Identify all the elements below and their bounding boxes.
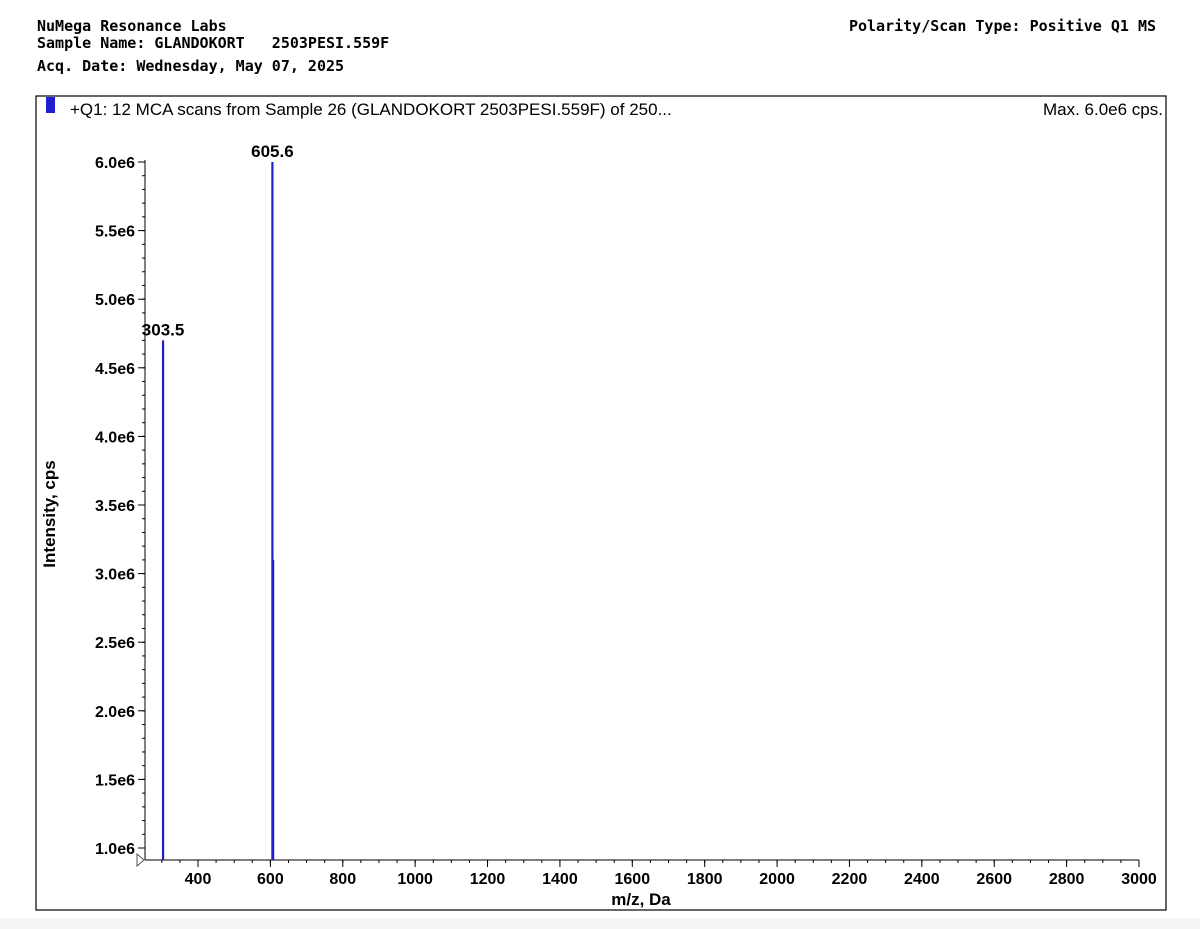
max-intensity-label: Max. 6.0e6 cps. (1043, 100, 1163, 119)
y-tick-label: 5.0e6 (95, 292, 135, 309)
x-tick-label: 2600 (976, 871, 1012, 888)
y-tick-label: 3.5e6 (95, 498, 135, 515)
x-tick-label: 1600 (615, 871, 651, 888)
x-tick-label: 800 (329, 871, 356, 888)
chart-title: +Q1: 12 MCA scans from Sample 26 (GLANDO… (70, 100, 672, 119)
x-tick-label: 1800 (687, 871, 723, 888)
peak-label: 605.6 (251, 142, 294, 161)
x-tick-label: 3000 (1121, 871, 1157, 888)
x-tick-label: 1000 (397, 871, 433, 888)
x-tick-label: 2200 (832, 871, 868, 888)
x-tick-label: 2000 (759, 871, 795, 888)
y-tick-label: 4.0e6 (95, 429, 135, 446)
x-tick-label: 1400 (542, 871, 578, 888)
y-tick-label: 3.0e6 (95, 567, 135, 584)
spectrum-chart: +Q1: 12 MCA scans from Sample 26 (GLANDO… (35, 95, 1167, 911)
y-tick-label: 2.0e6 (95, 704, 135, 721)
peak-label: 303.5 (142, 320, 185, 339)
spectrum-marks: 303.5 605.6 (142, 142, 294, 860)
y-tick-label: 1.0e6 (95, 841, 135, 858)
x-tick-label: 2800 (1049, 871, 1085, 888)
x-tick-label: 2400 (904, 871, 940, 888)
axes-group: 1.0e6 1.5e6 2.0e6 2.5e6 3.0e6 3.5e6 4.0e6 4.5e6… (95, 155, 1157, 888)
bottom-strip (0, 918, 1200, 929)
y-tick-label: 1.5e6 (95, 772, 135, 789)
y-tick-label: 2.5e6 (95, 635, 135, 652)
x-axis-title: m/z, Da (611, 890, 671, 909)
y-tick-label: 6.0e6 (95, 155, 135, 172)
y-tick-label: 5.5e6 (95, 224, 135, 241)
y-axis-title: Intensity, cps (40, 460, 59, 567)
y-tick-label: 4.5e6 (95, 361, 135, 378)
threshold-marker (136, 852, 145, 868)
x-tick-label: 600 (257, 871, 284, 888)
legend-swatch (46, 97, 55, 113)
chart-frame (35, 95, 1167, 911)
x-tick-label: 400 (185, 871, 212, 888)
x-tick-label: 1200 (470, 871, 506, 888)
